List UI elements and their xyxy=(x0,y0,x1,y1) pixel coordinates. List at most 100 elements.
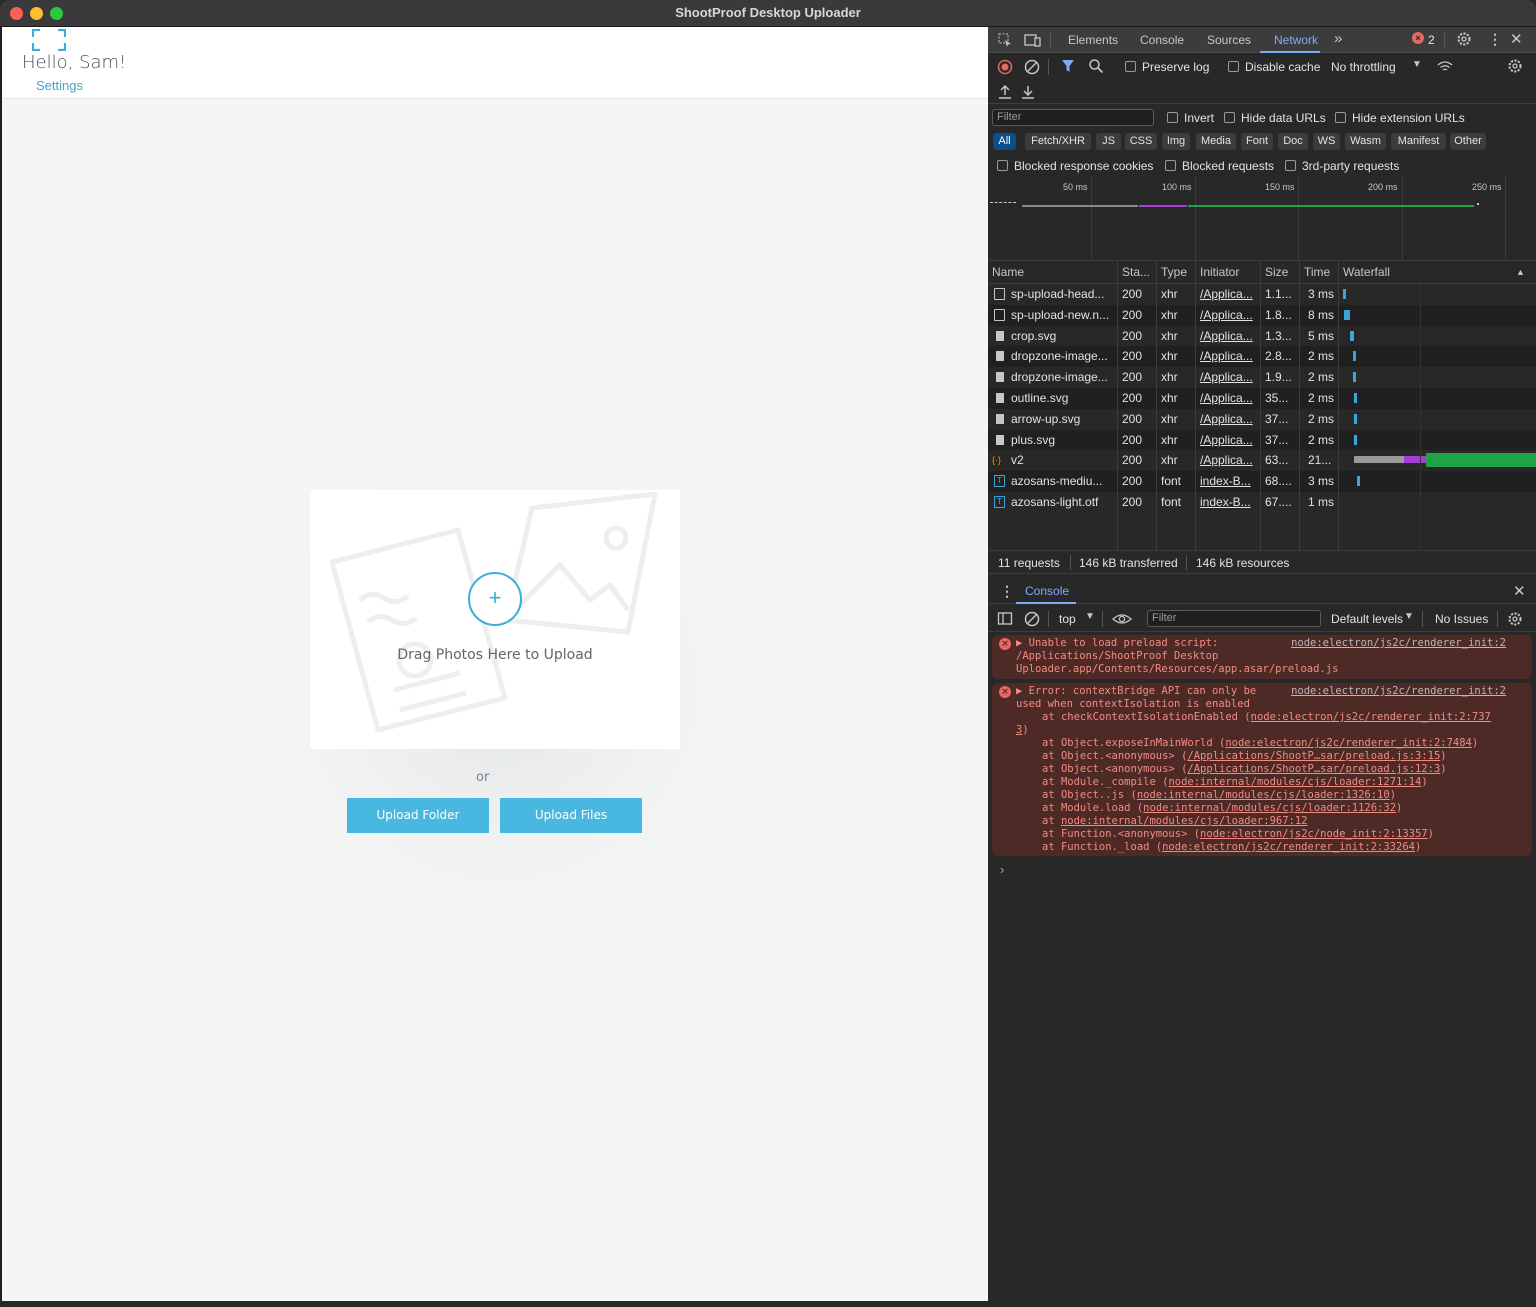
network-settings-gear-icon[interactable] xyxy=(1507,58,1523,74)
stack-frame-link[interactable]: node:electron/js2c/renderer_init:2:33264 xyxy=(1162,841,1415,853)
search-icon[interactable] xyxy=(1088,58,1104,74)
request-initiator[interactable]: index-B... xyxy=(1200,495,1258,509)
type-filter-font[interactable]: Font xyxy=(1241,133,1273,150)
disable-cache-checkbox[interactable] xyxy=(1228,61,1239,72)
hide-data-urls-checkbox[interactable] xyxy=(1224,112,1235,123)
invert-checkbox[interactable] xyxy=(1167,112,1178,123)
request-row[interactable]: Tazosans-mediu... 200 font index-B... 68....… xyxy=(988,471,1536,493)
stack-frame-link[interactable]: /Applications/ShootP…sar/preload.js:3:15 xyxy=(1187,750,1440,762)
column-waterfall[interactable]: Waterfall xyxy=(1343,265,1390,279)
clear-console-icon[interactable] xyxy=(1024,611,1040,627)
request-row[interactable]: crop.svg 200 xhr/Applica... 1.3... 5 ms xyxy=(988,325,1536,347)
type-filter-manifest[interactable]: Manifest xyxy=(1391,133,1446,150)
inspect-element-icon[interactable] xyxy=(997,32,1013,48)
column-type[interactable]: Type xyxy=(1161,265,1187,279)
tab-console[interactable]: Console xyxy=(1140,33,1184,47)
type-filter-doc[interactable]: Doc xyxy=(1278,133,1308,150)
dropzone[interactable]: + Drag Photos Here to Upload xyxy=(310,490,680,749)
upload-folder-button[interactable]: Upload Folder xyxy=(347,798,489,833)
request-initiator[interactable]: /Applica... xyxy=(1200,391,1258,405)
third-party-checkbox[interactable] xyxy=(1285,160,1296,171)
request-initiator[interactable]: /Applica... xyxy=(1200,370,1258,384)
request-row[interactable]: sp-upload-new.n... 200 xhr/Applica... 1.8..… xyxy=(988,304,1536,326)
drawer-tab-console[interactable]: Console xyxy=(1025,584,1069,598)
device-toolbar-icon[interactable] xyxy=(1024,32,1042,48)
column-size[interactable]: Size xyxy=(1265,265,1288,279)
console-error-message[interactable]: × ▶ Error: contextBridge API can only be… xyxy=(992,683,1532,856)
request-row[interactable]: arrow-up.svg 200 xhr/Applica... 37... 2 ms xyxy=(988,408,1536,430)
import-har-icon[interactable] xyxy=(997,84,1013,100)
error-source-link[interactable]: node:electron/js2c/renderer_init:2 xyxy=(1291,685,1506,698)
upload-files-button[interactable]: Upload Files xyxy=(500,798,642,833)
error-source-link[interactable]: node:electron/js2c/renderer_init:2 xyxy=(1291,637,1506,650)
more-options-icon[interactable]: ⋮ xyxy=(1488,31,1502,48)
log-levels-select[interactable]: Default levels xyxy=(1331,612,1403,626)
settings-link[interactable]: Settings xyxy=(36,78,83,93)
more-tabs-icon[interactable]: » xyxy=(1334,30,1342,47)
type-filter-js[interactable]: JS xyxy=(1096,133,1121,150)
console-error-message[interactable]: × ▶ Unable to load preload script: /Appl… xyxy=(992,635,1532,679)
preserve-log-checkbox[interactable] xyxy=(1125,61,1136,72)
settings-gear-icon[interactable] xyxy=(1456,31,1472,47)
chevron-down-icon[interactable]: ▼ xyxy=(1404,611,1414,622)
type-filter-fetch-xhr[interactable]: Fetch/XHR xyxy=(1025,133,1091,150)
column-name[interactable]: Name xyxy=(992,265,1024,279)
request-initiator[interactable]: /Applica... xyxy=(1200,349,1258,363)
request-row[interactable]: plus.svg 200 xhr/Applica... 37... 2 ms xyxy=(988,429,1536,451)
type-filter-ws[interactable]: WS xyxy=(1313,133,1340,150)
drawer-menu-icon[interactable]: ⋮ xyxy=(1000,583,1014,600)
request-initiator[interactable]: /Applica... xyxy=(1200,433,1258,447)
live-expression-eye-icon[interactable] xyxy=(1112,611,1132,627)
request-row[interactable]: outline.svg 200 xhr/Applica... 35... 2 ms xyxy=(988,388,1536,409)
request-row[interactable]: {·} v2 200 xhr/Applica... 63... 21... xyxy=(988,450,1536,472)
stack-frame-link[interactable]: node:electron/js2c/renderer_init:2:7484 xyxy=(1225,737,1472,749)
stack-frame-link[interactable]: node:internal/modules/cjs/loader:1271:14 xyxy=(1168,776,1421,788)
request-row[interactable]: sp-upload-head... 200 xhr/Applica... 1.1...… xyxy=(988,284,1536,305)
close-devtools-icon[interactable]: ✕ xyxy=(1510,30,1523,48)
error-count[interactable]: 2 xyxy=(1428,33,1435,47)
tab-elements[interactable]: Elements xyxy=(1068,33,1118,47)
network-filter-input[interactable]: Filter xyxy=(992,109,1154,126)
console-prompt[interactable]: › xyxy=(1000,862,1004,877)
stack-frame-link[interactable]: node:internal/modules/cjs/loader:1126:32 xyxy=(1143,802,1396,814)
type-filter-img[interactable]: Img xyxy=(1162,133,1190,150)
tab-sources[interactable]: Sources xyxy=(1207,33,1251,47)
type-filter-css[interactable]: CSS xyxy=(1125,133,1157,150)
issues-count[interactable]: No Issues xyxy=(1435,612,1488,626)
request-initiator[interactable]: /Applica... xyxy=(1200,287,1258,301)
column-time[interactable]: Time xyxy=(1304,265,1330,279)
console-settings-gear-icon[interactable] xyxy=(1507,611,1523,627)
chevron-down-icon[interactable]: ▼ xyxy=(1412,59,1422,70)
hide-extension-urls-checkbox[interactable] xyxy=(1335,112,1346,123)
request-initiator[interactable]: /Applica... xyxy=(1200,308,1258,322)
stack-frame-link[interactable]: node:electron/js2c/node_init:2:13357 xyxy=(1200,828,1428,840)
request-initiator[interactable]: /Applica... xyxy=(1200,329,1258,343)
throttling-select[interactable]: No throttling xyxy=(1331,60,1396,74)
request-row[interactable]: dropzone-image... 200 xhr/Applica... 2.8...… xyxy=(988,346,1536,368)
column-initiator[interactable]: Initiator xyxy=(1200,265,1239,279)
tab-network[interactable]: Network xyxy=(1274,33,1318,47)
stack-frame-link[interactable]: node:internal/modules/cjs/loader:1326:10 xyxy=(1137,789,1390,801)
error-icon[interactable]: × xyxy=(1412,32,1424,44)
blocked-response-cookies-checkbox[interactable] xyxy=(997,160,1008,171)
record-stop-icon[interactable] xyxy=(997,59,1013,75)
export-har-icon[interactable] xyxy=(1020,84,1036,100)
add-photos-icon[interactable]: + xyxy=(468,572,522,626)
type-filter-all[interactable]: All xyxy=(993,133,1016,150)
request-row[interactable]: Tazosans-light.otf 200 font index-B... 67...… xyxy=(988,492,1536,513)
request-initiator[interactable]: index-B... xyxy=(1200,474,1258,488)
sort-ascending-icon[interactable]: ▲ xyxy=(1516,267,1525,277)
console-filter-input[interactable]: Filter xyxy=(1147,610,1321,627)
close-drawer-icon[interactable]: ✕ xyxy=(1513,582,1526,600)
stack-frame-link[interactable]: /Applications/ShootP…sar/preload.js:12:3 xyxy=(1187,763,1440,775)
type-filter-other[interactable]: Other xyxy=(1450,133,1486,150)
type-filter-media[interactable]: Media xyxy=(1196,133,1236,150)
request-initiator[interactable]: /Applica... xyxy=(1200,412,1258,426)
context-select[interactable]: top xyxy=(1059,612,1076,626)
blocked-requests-checkbox[interactable] xyxy=(1165,160,1176,171)
stack-frame-link[interactable]: node:electron/js2c/renderer_init:2:737 xyxy=(1251,711,1491,723)
type-filter-wasm[interactable]: Wasm xyxy=(1345,133,1386,150)
network-conditions-icon[interactable] xyxy=(1436,58,1454,74)
filter-icon[interactable] xyxy=(1061,59,1075,73)
stack-frame-link[interactable]: node:internal/modules/cjs/loader:967:12 xyxy=(1061,815,1308,827)
